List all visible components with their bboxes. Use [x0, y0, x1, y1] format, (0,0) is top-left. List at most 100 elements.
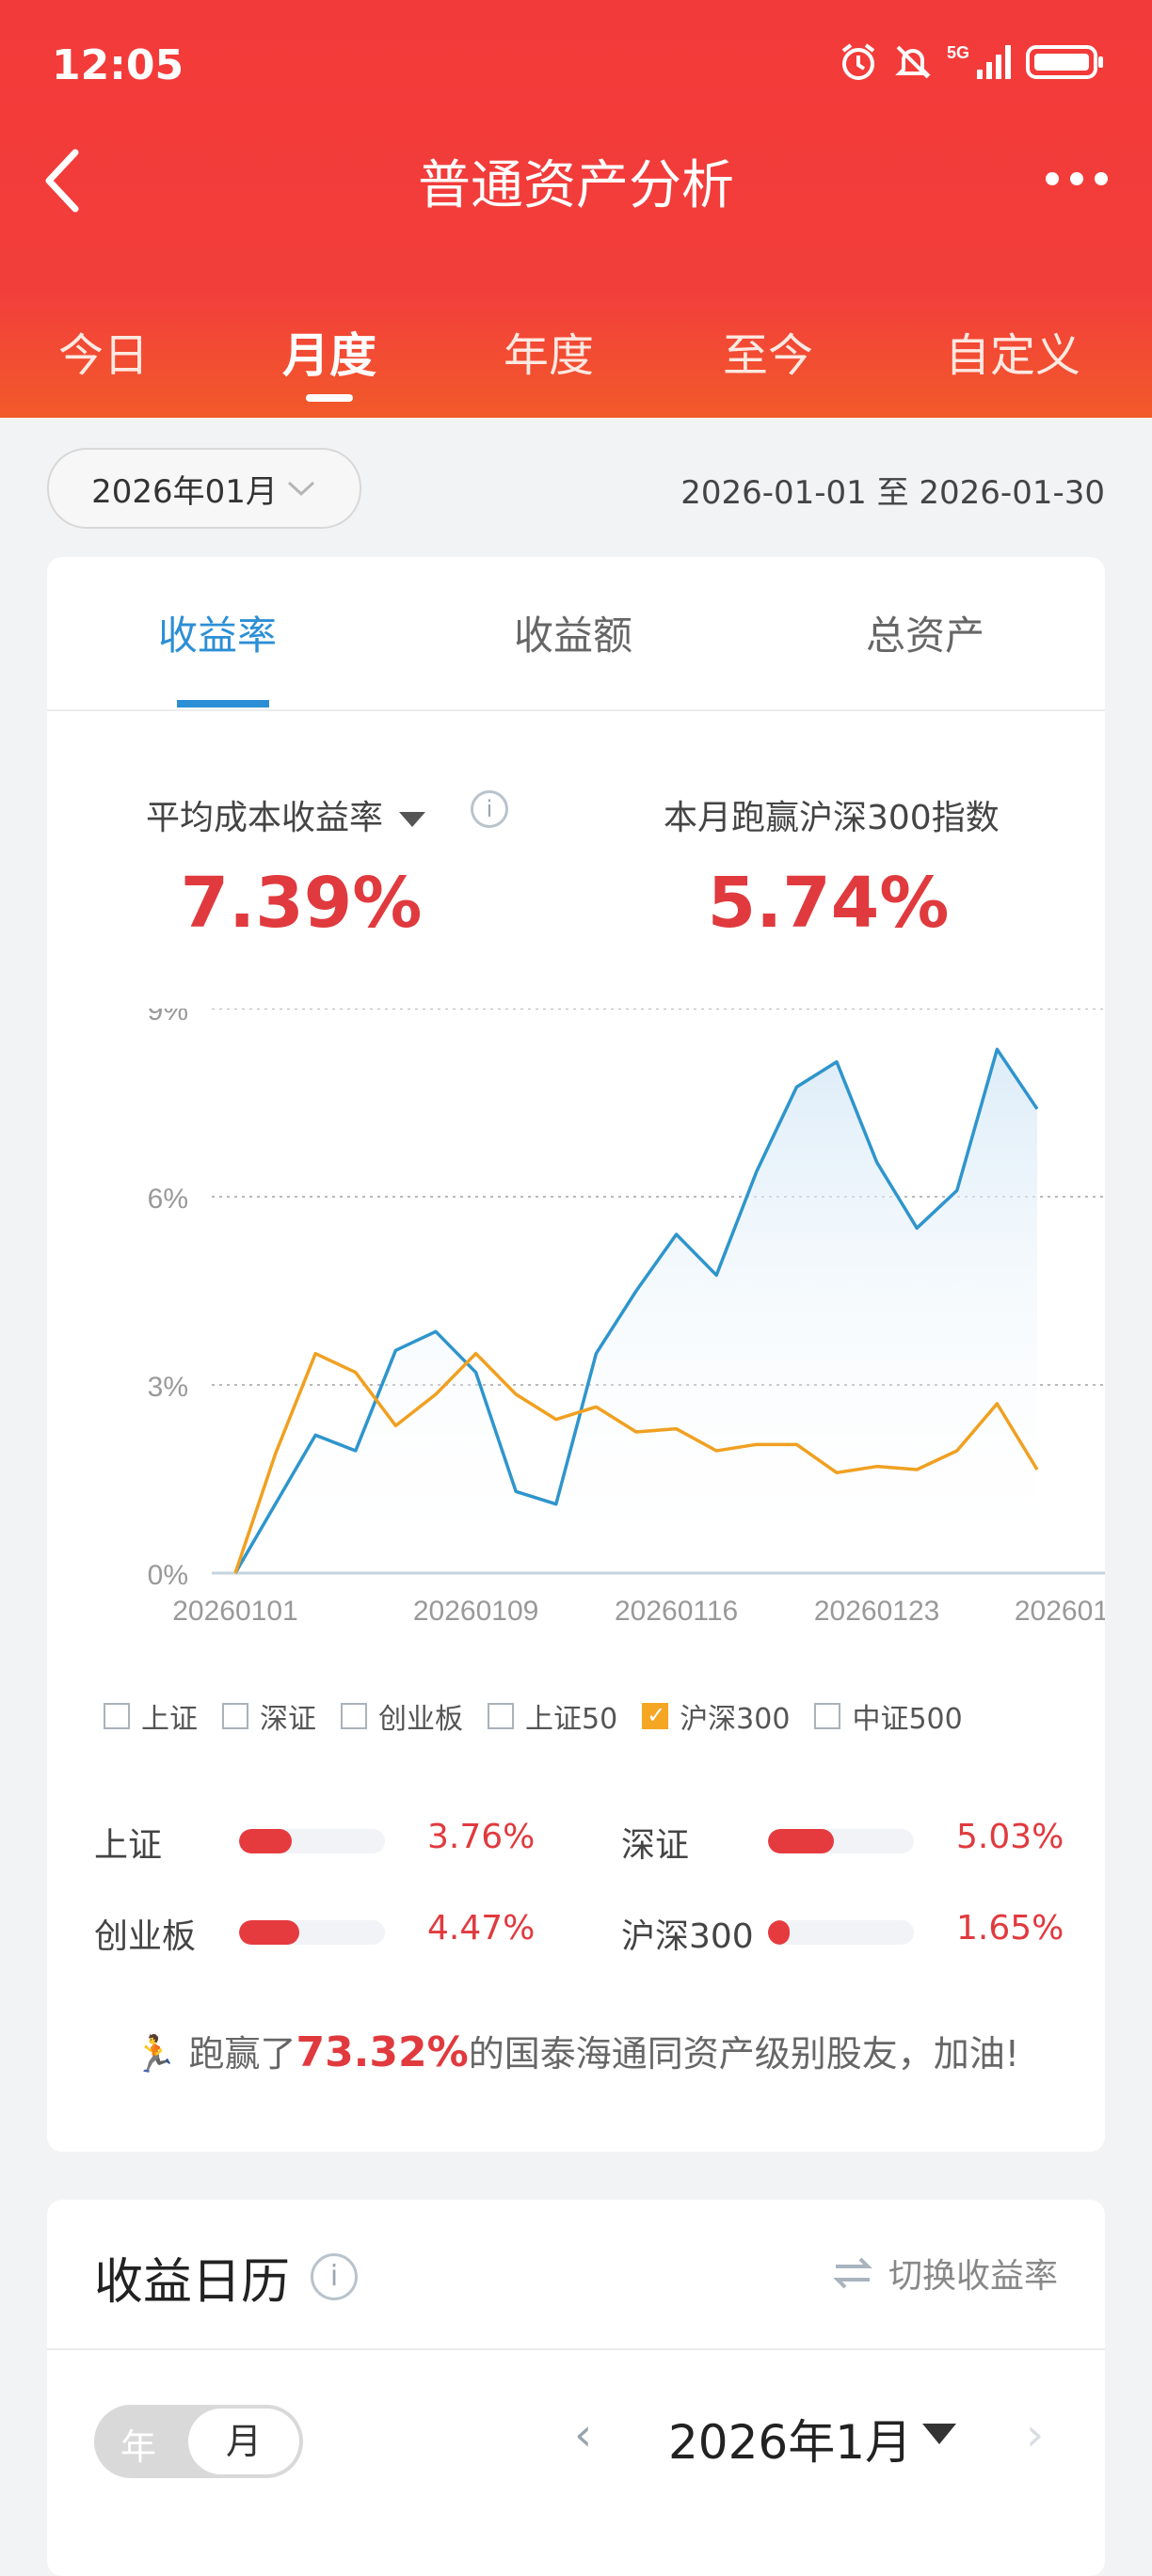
month-selector[interactable]: 2026年01月 — [47, 448, 361, 529]
legend-item[interactable]: 沪深300 — [642, 1695, 790, 1737]
legend-item[interactable]: 创业板 — [341, 1695, 463, 1737]
divider — [47, 2348, 1105, 2350]
x-tick-label: 20260130 — [1015, 1596, 1105, 1627]
x-tick-label: 20260123 — [814, 1596, 939, 1627]
svg-text:5G: 5G — [947, 43, 969, 62]
signal-5g-icon: 5G — [947, 43, 1011, 79]
tab-to-date[interactable]: 至今 — [723, 318, 813, 384]
index-bar-fill — [768, 1829, 834, 1853]
index-bar-fill — [239, 1829, 292, 1853]
tab-custom[interactable]: 自定义 — [945, 318, 1080, 384]
calendar-info-icon[interactable]: i — [311, 2253, 358, 2300]
y-tick-label: 6% — [148, 1184, 188, 1215]
info-icon[interactable]: i — [471, 790, 508, 828]
chevron-down-icon — [287, 481, 314, 497]
prev-month-button[interactable]: ‹ — [574, 2409, 592, 2461]
avg-cost-label[interactable]: 平均成本收益率 — [146, 790, 426, 839]
index-value: 1.65% — [956, 1909, 1064, 1948]
battery-icon — [1026, 45, 1103, 79]
y-tick-label: 9% — [148, 1009, 188, 1026]
return-rate-chart: 0% 3% 6% 9% 20260101 20260109 20260116 20260123… — [148, 1009, 1105, 1627]
tab-yearly[interactable]: 年度 — [504, 318, 594, 384]
avg-cost-label-text: 平均成本收益率 — [146, 799, 384, 837]
beat-prefix: 跑赢了 — [188, 2033, 296, 2075]
index-legend: 上证 深证 创业板 上证50 沪深300 中证500 — [104, 1695, 970, 1737]
index-bar — [768, 1920, 914, 1945]
year-month-toggle[interactable]: 年 月 — [94, 2405, 303, 2478]
legend-label: 深证 — [260, 1703, 316, 1736]
checkbox[interactable] — [642, 1702, 669, 1729]
toggle-year[interactable]: 年 — [120, 2418, 156, 2470]
status-icons: 5G — [838, 41, 1105, 83]
next-month-button[interactable]: › — [1026, 2409, 1044, 2461]
caret-down-icon — [399, 812, 426, 827]
x-tick-label: 20260101 — [172, 1596, 297, 1627]
divider — [47, 709, 1105, 711]
toggle-month[interactable]: 月 — [188, 2409, 299, 2474]
alarm-icon — [841, 43, 875, 80]
beat-message: 🏃 跑赢了73.32%的国泰海通同资产级别股友，加油! — [47, 2025, 1105, 2076]
index-name: 深证 — [621, 1826, 690, 1865]
checkbox[interactable] — [488, 1703, 514, 1729]
legend-label: 创业板 — [378, 1703, 463, 1736]
index-name: 创业板 — [94, 1917, 197, 1956]
period-tabs: 今日 月度 年度 至今 自定义 — [0, 318, 1152, 412]
subtab-total-assets[interactable]: 总资产 — [866, 604, 984, 661]
checkbox[interactable] — [814, 1703, 841, 1729]
app-header: 12:05 5G 普通资产分析 今日 月度 年度 至今 自定义 — [0, 0, 1152, 418]
checkbox[interactable] — [104, 1703, 130, 1729]
index-bar — [239, 1920, 385, 1945]
index-name: 沪深300 — [621, 1917, 754, 1956]
runner-icon: 🏃 — [133, 2033, 178, 2075]
month-selector-label: 2026年01月 — [91, 472, 278, 511]
month-dropdown-icon[interactable] — [922, 2424, 956, 2444]
analysis-card: 收益率 收益额 总资产 平均成本收益率 i 本月跑赢沪深300指数 7.39% … — [47, 557, 1105, 2152]
index-value: 3.76% — [427, 1818, 536, 1856]
series-area — [235, 1049, 1037, 1573]
index-value: 4.47% — [427, 1909, 536, 1948]
y-tick-label: 0% — [148, 1560, 188, 1591]
status-time: 12:05 — [52, 41, 184, 89]
swap-arrows-icon — [833, 2257, 872, 2289]
index-value: 5.03% — [956, 1818, 1064, 1856]
beat-index-label: 本月跑赢沪深300指数 — [664, 799, 1000, 837]
checkbox[interactable] — [341, 1703, 367, 1729]
x-tick-label: 20260116 — [615, 1596, 738, 1627]
date-range: 2026-01-01 至 2026-01-30 — [680, 474, 1105, 512]
switch-return-rate-button[interactable]: 切换收益率 — [832, 2249, 1058, 2298]
legend-item[interactable]: 深证 — [222, 1695, 316, 1737]
calendar-card: 收益日历 i 切换收益率 年 月 ‹ 2026年1月 › — [47, 2200, 1105, 2576]
switch-label: 切换收益率 — [888, 2257, 1058, 2296]
index-bar — [239, 1829, 385, 1853]
calendar-month[interactable]: 2026年1月 — [668, 2405, 912, 2473]
active-tab-indicator — [306, 394, 353, 402]
legend-item[interactable]: 中证500 — [814, 1695, 963, 1737]
tab-today[interactable]: 今日 — [58, 318, 149, 384]
index-bar-fill — [239, 1920, 299, 1945]
index-bar-fill — [768, 1920, 791, 1945]
mute-bell-icon — [895, 45, 931, 79]
calendar-title: 收益日历 — [94, 2242, 290, 2313]
beat-index-value: 5.74% — [707, 863, 950, 944]
index-name: 上证 — [94, 1826, 163, 1865]
checkbox[interactable] — [222, 1703, 248, 1729]
legend-label: 中证500 — [852, 1703, 963, 1736]
y-tick-label: 3% — [148, 1372, 188, 1403]
x-tick-label: 20260109 — [413, 1596, 538, 1627]
calendar-title-text: 收益日历 — [94, 2254, 291, 2311]
tab-monthly[interactable]: 月度 — [282, 318, 376, 386]
legend-label: 沪深300 — [680, 1703, 791, 1736]
subtab-return-amount[interactable]: 收益额 — [514, 604, 632, 661]
subtab-return-rate[interactable]: 收益率 — [158, 604, 277, 661]
legend-item[interactable]: 上证 — [104, 1695, 198, 1737]
beat-percent: 73.32% — [296, 2028, 469, 2076]
avg-cost-value: 7.39% — [180, 863, 423, 944]
legend-label: 上证 — [141, 1703, 198, 1736]
beat-suffix: 的国泰海通同资产级别股友，加油! — [468, 2033, 1019, 2075]
more-icon[interactable] — [1039, 151, 1114, 207]
page-title: 普通资产分析 — [418, 155, 734, 216]
legend-label: 上证50 — [525, 1703, 618, 1736]
index-bar — [768, 1829, 914, 1853]
subtab-indicator — [177, 700, 269, 708]
legend-item[interactable]: 上证50 — [488, 1695, 617, 1737]
